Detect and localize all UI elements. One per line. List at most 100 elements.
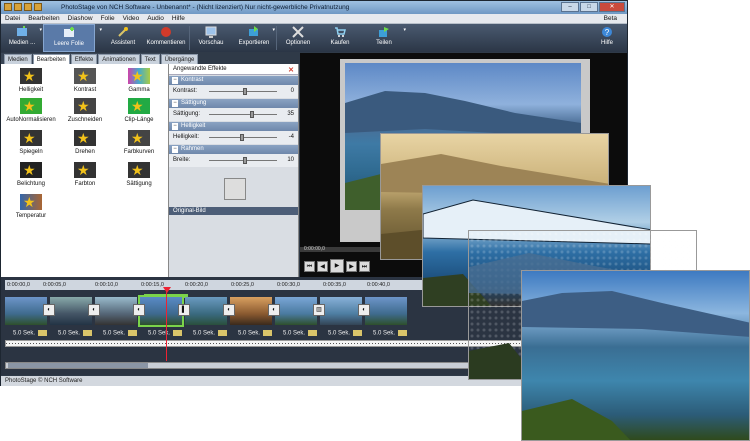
help-button[interactable]: ? Hilfe [587, 24, 627, 52]
transition-icon[interactable]: ◐ [133, 304, 145, 316]
playhead[interactable] [163, 287, 171, 361]
menu-video[interactable]: Video [119, 14, 144, 23]
tab-text[interactable]: Text [140, 54, 160, 64]
blank-slide-button[interactable]: Leere Folie [43, 24, 95, 52]
timeline-clip[interactable]: ▥ [275, 297, 325, 325]
buy-button[interactable]: Kaufen [319, 24, 361, 52]
timeline-clip[interactable]: ◐ [230, 297, 280, 325]
timeline-clip[interactable]: ◐ [5, 297, 55, 325]
painted-lake-image [522, 291, 749, 440]
transition-icon[interactable]: ◐ [88, 304, 100, 316]
share-button[interactable]: Teilen ▾ [361, 24, 407, 52]
tab-bearbeiten[interactable]: Bearbeiten [32, 54, 70, 64]
saettigung-slider[interactable] [209, 111, 277, 118]
original-image-button[interactable]: Original-Bild [169, 207, 298, 215]
transition-icon[interactable]: ◐ [358, 304, 370, 316]
new-file-icon[interactable] [4, 3, 12, 11]
step-back-icon[interactable]: ◀ [317, 261, 328, 272]
slider-knob[interactable] [249, 111, 254, 118]
effect-gamma[interactable]: ★ Gamma [111, 68, 167, 93]
preview-button[interactable]: Vorschau [190, 24, 232, 52]
frame-color-swatch[interactable] [224, 178, 246, 200]
export-button[interactable]: Exportieren ▾ [232, 24, 276, 52]
menu-hilfe[interactable]: Hilfe [168, 14, 189, 23]
effect-autonormalisieren[interactable]: ★ AutoNormalisieren [3, 98, 59, 123]
transition-icon[interactable]: ▥ [313, 304, 325, 316]
clip-duration[interactable]: 5.0 Sek. [58, 330, 93, 337]
save-icon[interactable] [24, 3, 32, 11]
menu-diashow[interactable]: Diashow [64, 14, 97, 23]
effect-drehen[interactable]: ★ Drehen [57, 130, 113, 155]
transition-icon[interactable]: ◐ [43, 304, 55, 316]
effect-thumbnail: ★ [74, 130, 96, 146]
blank-slide-dropdown[interactable]: ▾ [95, 24, 103, 52]
clip-duration[interactable]: 5.0 Sek. [103, 330, 138, 337]
narrate-button[interactable]: Kommentieren [143, 24, 189, 52]
timeline-clip[interactable]: ◐ [185, 297, 235, 325]
transition-icon[interactable]: ▌ [178, 304, 190, 316]
effect-farbkurven[interactable]: ★ Farbkurven [111, 130, 167, 155]
timeline-clip-selected[interactable]: ▌ [138, 295, 190, 327]
tab-medien[interactable]: Medien [4, 54, 32, 64]
effect-temperatur[interactable]: ★ Temperatur [3, 194, 59, 219]
timeline-clip[interactable]: ◐ [320, 297, 370, 325]
helligkeit-slider[interactable] [209, 134, 277, 141]
media-button[interactable]: Medien ... ▾ [1, 24, 43, 52]
effect-kontrast[interactable]: ★ Kontrast [57, 68, 113, 93]
effect-farbton[interactable]: ★ Farbton [57, 162, 113, 187]
blank-slide-icon [64, 27, 74, 37]
slider-knob[interactable] [243, 88, 247, 95]
effect-thumbnail: ★ [20, 68, 42, 84]
rahmen-slider[interactable] [209, 157, 277, 164]
remove-effect-icon[interactable]: ✕ [288, 65, 294, 76]
effect-clip-laenge[interactable]: ★ Clip-Länge [111, 98, 167, 123]
transition-icon[interactable]: ◐ [268, 304, 280, 316]
play-icon[interactable]: ▶ [330, 259, 344, 273]
minimize-button[interactable]: – [561, 2, 579, 12]
maximize-button[interactable]: □ [580, 2, 598, 12]
clip-duration[interactable]: 5.0 Sek. [148, 330, 183, 337]
effect-belichtung[interactable]: ★ Belichtung [3, 162, 59, 187]
effect-spiegeln[interactable]: ★ Spiegeln [3, 130, 59, 155]
clip-duration[interactable]: 5.0 Sek. [328, 330, 363, 337]
clip-duration[interactable]: 5.0 Sek. [193, 330, 228, 337]
tool-tabs: Medien Bearbeiten Effekte Animationen Te… [1, 53, 199, 64]
scrollbar-thumb[interactable] [8, 363, 148, 368]
clip-duration[interactable]: 5.0 Sek. [13, 330, 48, 337]
options-button[interactable]: Optionen [277, 24, 319, 52]
slider-knob[interactable] [239, 134, 244, 141]
wizard-button[interactable]: Assistent [103, 24, 143, 52]
timeline-clip[interactable]: ◐ [95, 297, 145, 325]
close-button[interactable]: ✕ [599, 2, 625, 12]
skip-start-icon[interactable]: ⏮ [304, 261, 315, 272]
skip-end-icon[interactable]: ⏭ [359, 261, 370, 272]
step-forward-icon[interactable]: ▶ [346, 261, 357, 272]
effect-zuschneiden[interactable]: ★ Zuschneiden [57, 98, 113, 123]
transition-icon[interactable]: ◐ [223, 304, 235, 316]
open-file-icon[interactable] [14, 3, 22, 11]
kontrast-slider[interactable] [209, 88, 277, 95]
tab-animationen[interactable]: Animationen [98, 54, 140, 64]
tab-effekte[interactable]: Effekte [70, 54, 98, 64]
effect-saettigung[interactable]: ★ Sättigung [111, 162, 167, 187]
clip-duration[interactable]: 5.0 Sek. [238, 330, 273, 337]
timeline-clip[interactable] [365, 297, 407, 325]
section-rahmen[interactable]: Rahmen [169, 145, 298, 154]
slider-value: 0 [290, 88, 294, 94]
menu-audio[interactable]: Audio [143, 14, 168, 23]
menu-bearbeiten[interactable]: Bearbeiten [24, 14, 63, 23]
section-kontrast[interactable]: Kontrast [169, 76, 298, 85]
tab-uebergaenge[interactable]: Übergänge [160, 54, 199, 64]
timeline-clip[interactable]: ◐ [50, 297, 100, 325]
clip-duration[interactable]: 5.0 Sek. [373, 330, 408, 337]
effect-helligkeit[interactable]: ★ Helligkeit [3, 68, 59, 93]
section-saettigung[interactable]: Sättigung [169, 99, 298, 108]
undo-icon[interactable] [34, 3, 42, 11]
section-helligkeit[interactable]: Helligkeit [169, 122, 298, 131]
slider-knob[interactable] [243, 157, 247, 164]
menu-datei[interactable]: Datei [1, 14, 24, 23]
menu-folie[interactable]: Folie [97, 14, 119, 23]
clip-duration[interactable]: 5.0 Sek. [283, 330, 318, 337]
beta-label[interactable]: Beta [600, 14, 621, 24]
